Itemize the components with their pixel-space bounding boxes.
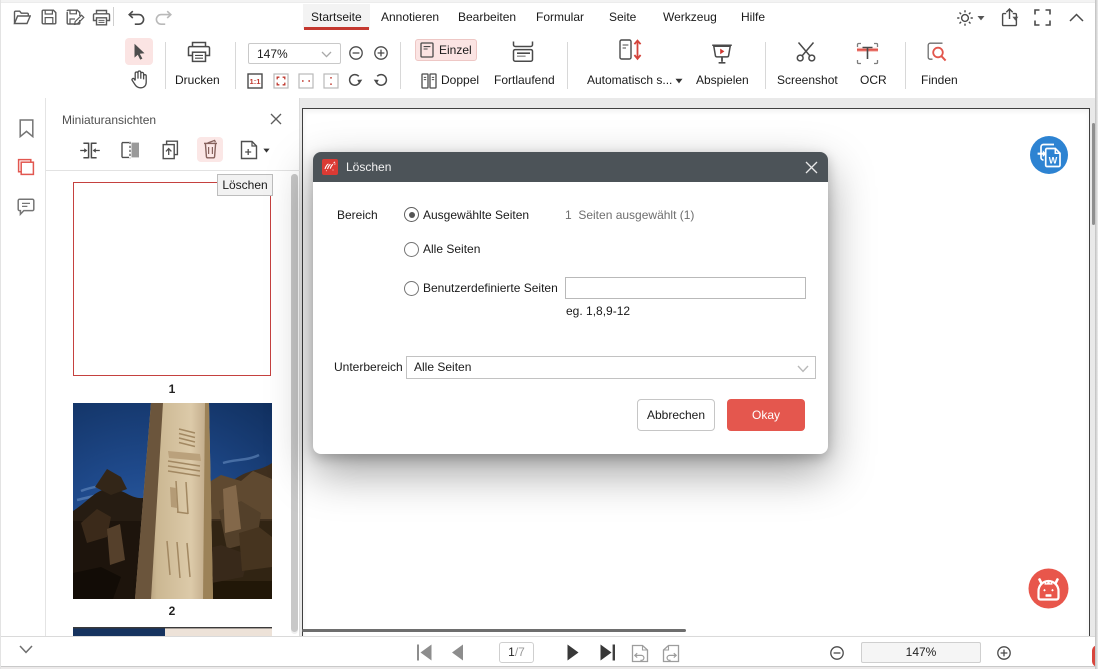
svg-text:W: W xyxy=(1049,156,1058,166)
svg-text:1:1: 1:1 xyxy=(250,77,262,86)
